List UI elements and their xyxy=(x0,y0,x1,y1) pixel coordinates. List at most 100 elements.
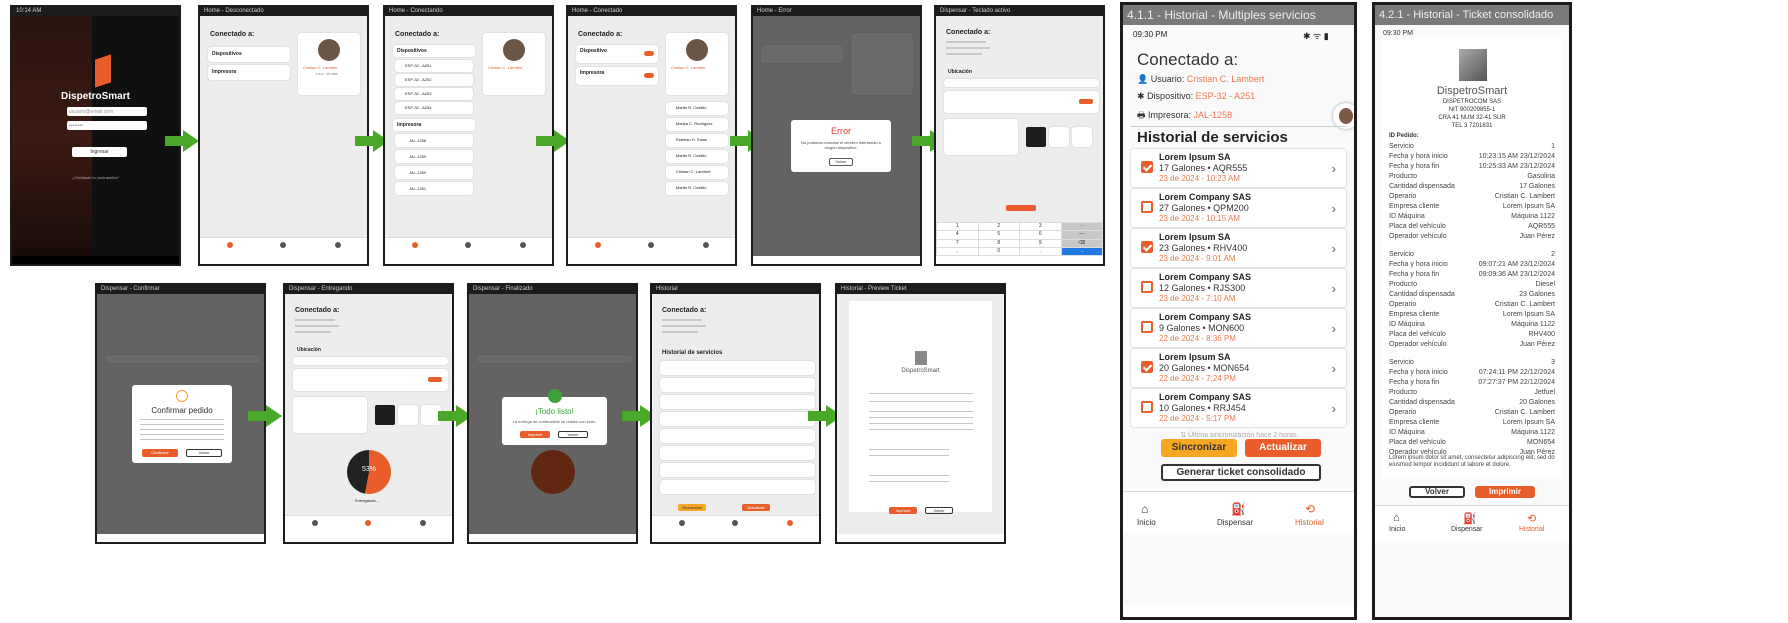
ticket-row-value: Juan Pérez xyxy=(1519,233,1555,240)
tab-dispense[interactable]: Dispensar xyxy=(1217,518,1253,527)
forgot-password-link[interactable]: ¿Olvidaste tu contraseña? xyxy=(12,175,179,180)
item-checkbox[interactable] xyxy=(1141,161,1153,173)
history-item[interactable] xyxy=(660,446,815,460)
operator-item[interactable]: Martin R. Castillo xyxy=(666,150,728,163)
chevron-right-icon: › xyxy=(1331,201,1336,216)
ticket-row-value: 10:25:33 AM 23/12/2024 xyxy=(1478,163,1555,170)
item-checkbox[interactable] xyxy=(1141,401,1153,413)
warning-icon xyxy=(176,390,188,402)
chevron-right-icon: › xyxy=(1331,281,1336,296)
login-screen: 10:14 AM DispetroSmart usuario@email.com… xyxy=(10,5,181,266)
tab-home[interactable]: Inicio xyxy=(1137,518,1156,527)
item-checkbox[interactable] xyxy=(1141,321,1153,333)
history-item[interactable] xyxy=(660,378,815,392)
tab-history[interactable]: Historial xyxy=(1295,518,1324,527)
history-item[interactable] xyxy=(660,429,815,443)
location-input[interactable] xyxy=(944,79,1099,87)
history-item[interactable]: Lorem Company SAS 10 Galones • RRJ454 22 d… xyxy=(1131,389,1346,427)
chevron-right-icon: › xyxy=(1331,401,1336,416)
user-card: Cristian C. Lambert xyxy=(666,33,728,95)
brand-name: DispetroSmart xyxy=(61,91,130,102)
item-checkbox[interactable] xyxy=(1141,241,1153,253)
toggle-switch[interactable] xyxy=(644,73,654,78)
sync-button[interactable]: Sincronizar xyxy=(678,504,706,511)
history-item[interactable] xyxy=(660,463,815,477)
operator-item[interactable]: Martin R. Castillo xyxy=(666,102,728,115)
email-field[interactable]: usuario@email.com xyxy=(67,107,147,116)
device-status[interactable]: Dispositivo xyxy=(576,45,658,63)
printer-item[interactable]: JAL-1259 xyxy=(395,150,473,163)
ticket-row-label: Cantidad dispensada xyxy=(1389,183,1455,190)
ticket-row-label: Producto xyxy=(1389,389,1418,396)
sync-button[interactable]: Sincronizar xyxy=(1161,439,1237,457)
device-item[interactable]: ESP-32 - A253 xyxy=(395,88,473,100)
devices-header[interactable]: Dispositivos xyxy=(393,45,475,57)
operator-item[interactable]: Marisa C. Rodriguez xyxy=(666,118,728,131)
tab-dispense[interactable]: Dispensar xyxy=(1451,526,1483,533)
fuel-option[interactable] xyxy=(1049,127,1069,147)
tab-home[interactable]: Inicio xyxy=(1389,526,1405,533)
history-item[interactable]: Lorem Company SAS 9 Galones • MON600 22 de… xyxy=(1131,309,1346,347)
print-button[interactable]: Imprimir xyxy=(520,431,550,438)
ticket-row-label: ID Máquina xyxy=(1389,429,1425,436)
printer-status[interactable]: Impresora xyxy=(576,67,658,85)
login-button[interactable]: Ingresar xyxy=(72,147,127,157)
home-tab-icon[interactable] xyxy=(227,242,233,248)
history-item[interactable]: Lorem Company SAS 27 Galones • QPM200 23 d… xyxy=(1131,189,1346,227)
screen-caption: Home - Conectando xyxy=(385,7,552,16)
history-item[interactable]: Lorem Ipsum SA 17 Galones • AQR555 23 de 2… xyxy=(1131,149,1346,187)
item-checkbox[interactable] xyxy=(1141,281,1153,293)
device-item[interactable]: ESP-32 - A252 xyxy=(395,74,473,86)
toggle-switch[interactable] xyxy=(644,51,654,56)
back-button[interactable]: Volver xyxy=(1409,486,1465,498)
dispense-button[interactable] xyxy=(1006,205,1036,211)
progress-ring: 53% xyxy=(347,450,391,494)
tab-history[interactable]: Historial xyxy=(1519,526,1544,533)
back-button[interactable]: Volver xyxy=(558,431,588,438)
device-item[interactable]: ESP-32 - A254 xyxy=(395,102,473,114)
history-tab-icon[interactable] xyxy=(335,242,341,248)
devices-toggle[interactable]: Dispositivos xyxy=(208,47,290,62)
operator-item[interactable]: Cristian C. Lambert xyxy=(666,166,728,179)
generate-ticket-button[interactable]: Generar ticket consolidado xyxy=(1161,464,1321,481)
history-item[interactable] xyxy=(660,480,815,494)
cancel-button[interactable]: Volver xyxy=(186,449,222,457)
operator-item[interactable]: Martin R. Castillo xyxy=(666,182,728,195)
user-role: Lect. Ventas xyxy=(316,71,339,76)
history-item[interactable] xyxy=(660,412,815,426)
history-item[interactable]: Lorem Ipsum SA 23 Galones • RHV400 23 de 2… xyxy=(1131,229,1346,267)
print-button[interactable]: Imprimir xyxy=(1475,486,1535,498)
password-field[interactable]: •••••••• xyxy=(67,121,147,130)
printer-header[interactable]: Impresora xyxy=(393,119,475,131)
printer-toggle[interactable]: Impresora xyxy=(208,65,290,80)
item-checkbox[interactable] xyxy=(1141,201,1153,213)
back-button[interactable]: Volver xyxy=(829,158,853,166)
chevron-right-icon: › xyxy=(1331,161,1336,176)
item-checkbox[interactable] xyxy=(1141,361,1153,373)
update-button[interactable]: Actualizar xyxy=(1245,439,1321,457)
device-item[interactable]: ESP-32 - A251 xyxy=(395,60,473,72)
fuel-option-selected[interactable] xyxy=(1026,127,1046,147)
home-error-screen: Home - Error Error No pudimos conectar e… xyxy=(751,5,922,266)
back-button[interactable]: Volver xyxy=(925,507,953,514)
history-item[interactable] xyxy=(660,361,815,375)
history-item[interactable]: Lorem Company SAS 12 Galones • RJS300 23 d… xyxy=(1131,269,1346,307)
confirm-heading: Confirmar pedido xyxy=(151,406,213,415)
avatar xyxy=(686,39,708,61)
ticket-row-value: 10:23:15 AM 23/12/2024 xyxy=(1478,153,1555,160)
confirm-button[interactable]: Confirmar xyxy=(142,449,178,457)
printer-item[interactable]: JAL-1261 xyxy=(395,182,473,195)
bluetooth-icon: ✱ xyxy=(1137,91,1145,101)
history-item[interactable] xyxy=(660,395,815,409)
printer-item[interactable]: JAL-1258 xyxy=(395,134,473,147)
chevron-right-icon: › xyxy=(1331,361,1336,376)
history-item[interactable]: Lorem Ipsum SA 20 Galones • MON654 22 de 2… xyxy=(1131,349,1346,387)
printer-item[interactable]: JAL-1260 xyxy=(395,166,473,179)
dispense-tab-icon[interactable] xyxy=(280,242,286,248)
ticket-row-label: Fecha y hora fin xyxy=(1389,271,1440,278)
update-button[interactable]: Actualizar xyxy=(742,504,770,511)
print-button[interactable]: Imprimir xyxy=(889,507,917,514)
operator-item[interactable]: Esteban H. Salas xyxy=(666,134,728,147)
fuel-option[interactable] xyxy=(1072,127,1092,147)
ticket-row-label: Servicio xyxy=(1389,251,1414,258)
